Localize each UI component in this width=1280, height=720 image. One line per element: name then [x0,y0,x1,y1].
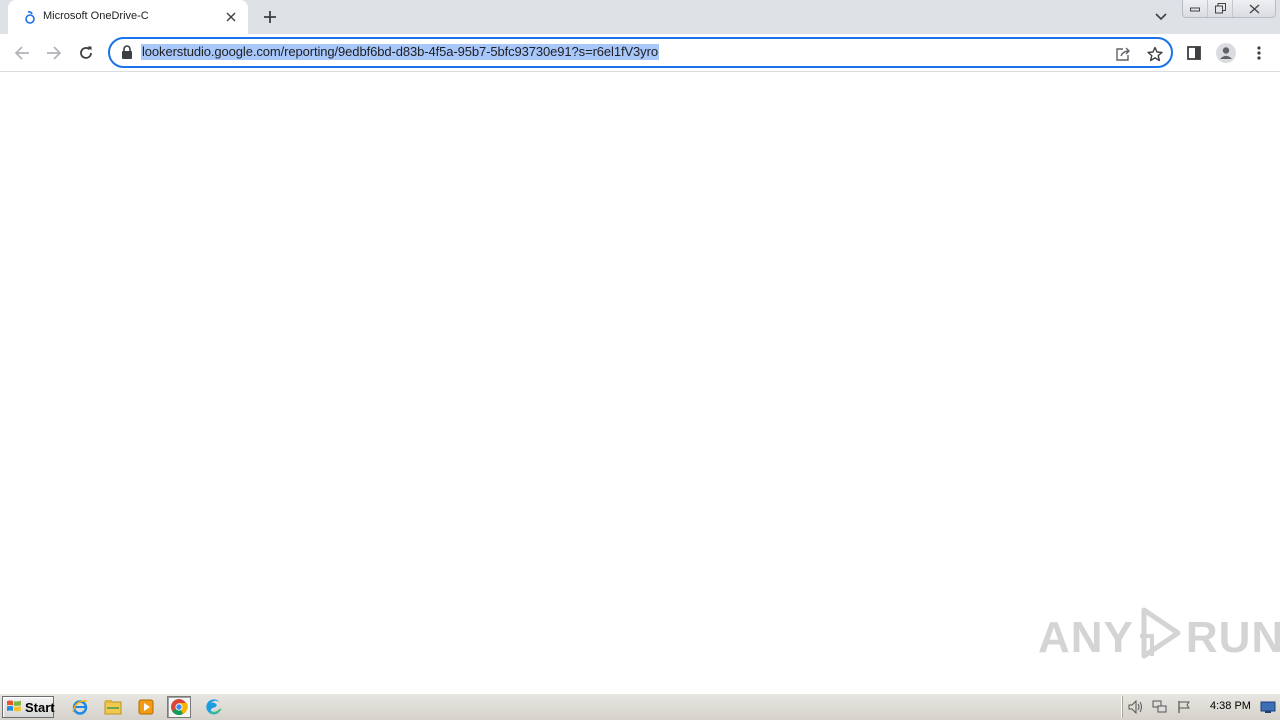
browser-toolbar: lookerstudio.google.com/reporting/9edbf6… [0,34,1280,72]
close-window-icon[interactable] [1233,0,1275,17]
play-icon [1138,606,1182,671]
edge-icon[interactable] [202,696,226,718]
close-tab-icon[interactable] [222,8,240,26]
browser-tab[interactable]: Microsoft OneDrive-C [8,0,248,34]
chrome-icon[interactable] [167,696,191,718]
back-arrow-icon[interactable] [9,40,35,66]
file-explorer-icon[interactable] [101,696,125,718]
taskbar: Start 4:38 PM [0,693,1280,720]
more-menu-icon[interactable] [1246,40,1272,66]
forward-arrow-icon[interactable] [41,40,67,66]
media-player-icon[interactable] [134,696,158,718]
watermark-right-text: RUN [1185,613,1280,662]
share-icon[interactable] [1112,43,1134,65]
profile-avatar-icon[interactable] [1213,40,1239,66]
new-tab-icon[interactable] [258,5,282,29]
internet-explorer-icon[interactable] [68,696,92,718]
start-button[interactable]: Start [2,696,55,718]
minimize-icon[interactable] [1183,0,1208,17]
page-content [0,72,1280,692]
side-panel-icon[interactable] [1181,40,1207,66]
system-tray: 4:38 PM [1122,696,1278,718]
chevron-down-icon[interactable] [1150,6,1172,28]
bookmark-star-icon[interactable] [1144,43,1166,65]
speaker-icon[interactable] [1127,699,1145,715]
url-text[interactable]: lookerstudio.google.com/reporting/9edbf6… [141,44,659,60]
restore-icon[interactable] [1208,0,1233,17]
watermark-left-text: ANY [1038,613,1134,662]
anyrun-watermark: ANY RUN [1038,606,1280,671]
lock-icon[interactable] [121,45,135,61]
address-bar[interactable]: lookerstudio.google.com/reporting/9edbf6… [108,37,1173,68]
reload-icon[interactable] [73,40,99,66]
window-controls [1182,0,1276,18]
show-desktop-icon[interactable] [1259,699,1277,715]
start-label: Start [25,699,55,715]
tab-title: Microsoft OneDrive-C [43,10,149,22]
clock: 4:38 PM [1210,700,1251,712]
tab-strip: Microsoft OneDrive-C [0,0,1280,34]
action-center-flag-icon[interactable] [1175,699,1193,715]
loading-spinner-icon [22,9,38,25]
windows-logo-icon [6,699,22,716]
network-icon[interactable] [1151,699,1169,715]
